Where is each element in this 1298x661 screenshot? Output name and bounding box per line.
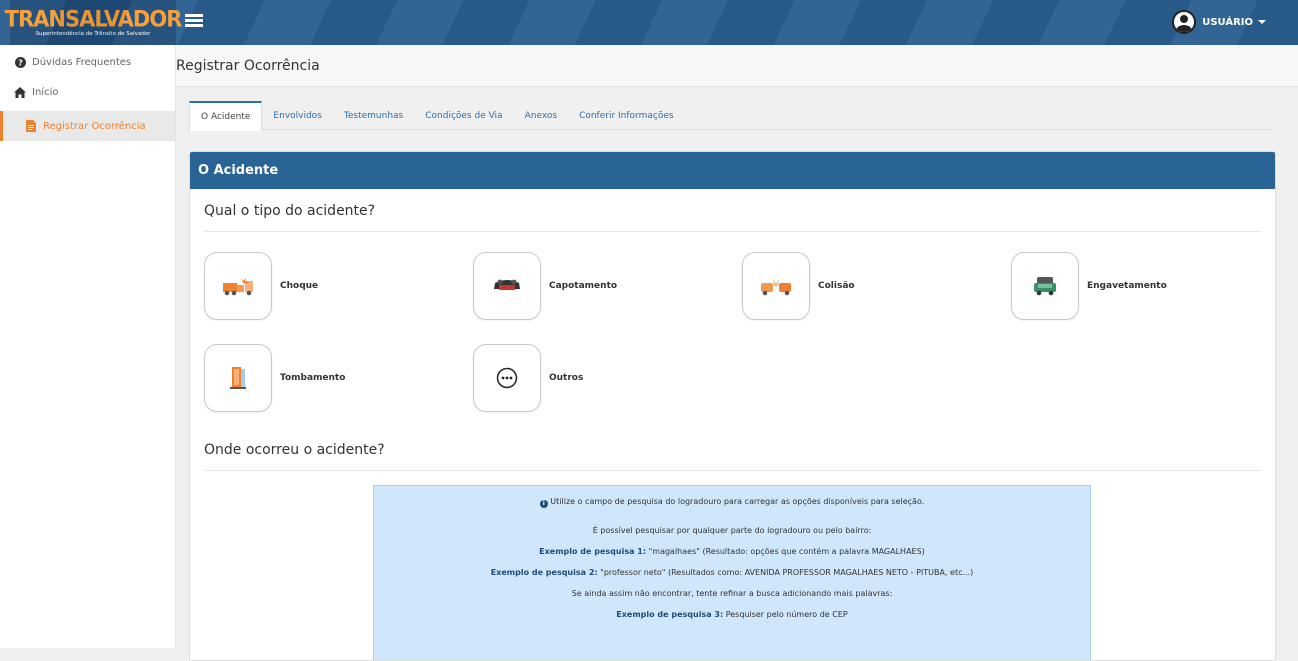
- user-menu[interactable]: USUÁRIO: [1172, 10, 1266, 34]
- pileup-icon: [1034, 277, 1056, 296]
- user-avatar-icon: [1172, 10, 1197, 34]
- option-label: Outros: [549, 373, 584, 383]
- accident-location-question: Onde ocorreu o acidente?: [204, 442, 1261, 471]
- option-label: Choque: [280, 281, 319, 291]
- tab-o-acidente[interactable]: O Acidente: [189, 101, 263, 131]
- option-capotamento[interactable]: Capotamento: [473, 252, 617, 320]
- option-box[interactable]: [204, 252, 272, 320]
- sidebar-item-label: Registrar Ocorrência: [43, 120, 146, 132]
- accident-panel: O Acidente Qual o tipo do acidente? Choq…: [189, 151, 1276, 661]
- tab-conferir-informacoes[interactable]: Conferir Informações: [568, 101, 685, 130]
- overturned-car-icon: [494, 279, 520, 290]
- option-box[interactable]: [204, 344, 272, 412]
- accident-type-options: Choque Capotamento Colisão Engavetamento…: [190, 232, 1275, 432]
- brand-logo[interactable]: TRANSALVADOR Superintendência de Trânsit…: [5, 0, 182, 45]
- option-box[interactable]: [742, 252, 810, 320]
- sidebar-item-duvidas-frequentes[interactable]: ? Dúvidas Frequentes: [0, 47, 175, 77]
- page-header: Registrar Ocorrência: [176, 45, 1298, 87]
- caret-down-icon: [1258, 20, 1266, 24]
- tab-bar: O Acidente Envolvidos Testemunhas Condiç…: [189, 101, 1274, 131]
- sidebar-item-label: Dúvidas Frequentes: [32, 56, 132, 68]
- option-label: Capotamento: [549, 281, 618, 291]
- sidebar-item-label: Início: [32, 86, 59, 98]
- info-example-3: Exemplo de pesquisa 3: Pesquiser pelo nú…: [616, 610, 848, 619]
- option-label: Tombamento: [280, 373, 346, 383]
- svg-text:?: ?: [18, 57, 23, 67]
- option-box[interactable]: [1011, 252, 1079, 320]
- tipped-truck-icon: [230, 367, 246, 389]
- info-line-3: Se ainda assim não encontrar, tente refi…: [571, 589, 893, 598]
- option-choque[interactable]: Choque: [204, 252, 318, 320]
- panel-title: O Acidente: [190, 152, 1275, 189]
- info-circle-icon: i: [539, 500, 548, 508]
- search-help-info-box: i Utilize o campo de pesquisa do logrado…: [373, 485, 1091, 660]
- info-line-1: i Utilize o campo de pesquisa do logrado…: [374, 496, 1090, 508]
- more-circle-icon: [496, 367, 518, 389]
- option-box[interactable]: [473, 252, 541, 320]
- option-tombamento[interactable]: Tombamento: [204, 344, 345, 412]
- option-outros[interactable]: Outros: [473, 344, 583, 412]
- option-colisao[interactable]: Colisão: [742, 252, 855, 320]
- tab-anexos[interactable]: Anexos: [514, 101, 568, 130]
- home-icon: [14, 86, 26, 98]
- info-example-1: Exemplo de pesquisa 1: "magalhaes" (Resu…: [539, 547, 925, 556]
- sidebar: ? Dúvidas Frequentes Início Registrar Oc…: [0, 45, 176, 648]
- accident-type-question: Qual o tipo do acidente?: [204, 203, 1261, 232]
- option-label: Engavetamento: [1087, 281, 1167, 291]
- info-example-2: Exemplo de pesquisa 2: "professor neto" …: [490, 568, 974, 577]
- collision-icon: [761, 279, 791, 296]
- menu-toggle-list-icon[interactable]: [185, 14, 203, 30]
- question-circle-icon: ?: [14, 56, 26, 68]
- option-label: Colisão: [818, 281, 855, 291]
- main-content: Registrar Ocorrência O Acidente Envolvid…: [176, 45, 1298, 661]
- top-navbar: TRANSALVADOR Superintendência de Trânsit…: [0, 0, 1298, 45]
- page-title: Registrar Ocorrência: [176, 57, 320, 74]
- truck-crash-icon: [223, 277, 253, 296]
- option-box[interactable]: [473, 344, 541, 412]
- option-engavetamento[interactable]: Engavetamento: [1011, 252, 1167, 320]
- sidebar-item-registrar-ocorrencia[interactable]: Registrar Ocorrência: [0, 111, 175, 141]
- document-icon: [25, 120, 37, 132]
- tab-condicoes-de-via[interactable]: Condições de Via: [414, 101, 513, 130]
- user-name: USUÁRIO: [1202, 16, 1253, 28]
- tab-envolvidos[interactable]: Envolvidos: [262, 101, 332, 130]
- sidebar-item-inicio[interactable]: Início: [0, 77, 175, 107]
- info-line-2: É possível pesquisar por qualquer parte …: [592, 526, 872, 535]
- brand-name: TRANSALVADOR: [4, 5, 183, 32]
- tab-testemunhas[interactable]: Testemunhas: [333, 101, 414, 130]
